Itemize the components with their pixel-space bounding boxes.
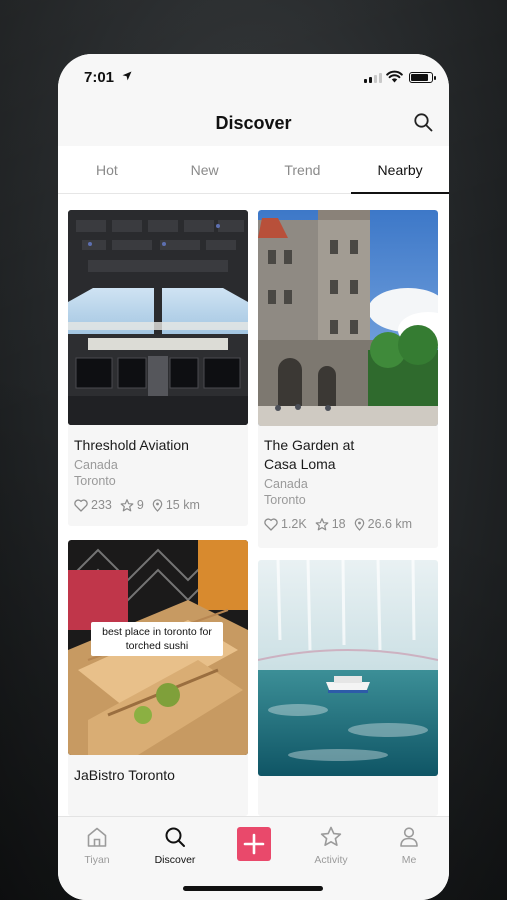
nav-me[interactable]: Me	[374, 825, 444, 866]
likes-count: 233	[91, 498, 112, 512]
place-card[interactable]: The Garden at Casa Loma Canada Toronto 1…	[258, 210, 438, 548]
likes[interactable]: 1.2K	[264, 517, 307, 531]
nav-label: Discover	[154, 854, 196, 866]
location-pin-icon	[152, 498, 163, 512]
nav-label: Activity	[314, 854, 348, 866]
stars[interactable]: 18	[315, 517, 346, 531]
photo-caption: best place in toronto for torched sushi	[91, 622, 223, 656]
place-stats: 233 9 15 km	[74, 498, 208, 512]
tab-trend[interactable]: Trend	[254, 146, 352, 193]
place-city: Toronto	[74, 474, 116, 488]
app-header: Discover	[58, 100, 449, 146]
tab-hot[interactable]: Hot	[58, 146, 156, 193]
battery-icon	[409, 72, 436, 83]
add-post-button[interactable]	[237, 827, 271, 861]
plus-icon	[243, 833, 265, 855]
star-icon	[120, 498, 134, 511]
discover-feed[interactable]: Threshold Aviation Canada Toronto 233 9 …	[58, 194, 449, 816]
place-card[interactable]	[258, 560, 438, 816]
stars-count: 9	[136, 498, 144, 512]
waterfall-boat-photo	[258, 560, 438, 776]
place-name-line2: Casa Loma	[264, 456, 336, 472]
search-icon	[165, 827, 185, 847]
place-country: Canada	[264, 477, 308, 491]
tab-bar: Hot New Trend Nearby	[58, 146, 449, 194]
place-country: Canada	[74, 458, 118, 472]
nav-discover[interactable]: Discover	[140, 825, 210, 866]
cockpit-photo	[68, 210, 248, 425]
location-pin-icon	[354, 517, 364, 531]
nav-activity[interactable]: Activity	[296, 825, 366, 866]
stars[interactable]: 9	[120, 498, 144, 512]
place-card[interactable]: Threshold Aviation Canada Toronto 233 9 …	[68, 210, 248, 526]
likes-count: 1.2K	[281, 517, 307, 531]
place-name: Threshold Aviation	[74, 437, 189, 453]
heart-icon	[74, 498, 88, 512]
stars-count: 18	[331, 517, 346, 531]
wifi-icon	[386, 70, 403, 83]
nav-tiyan[interactable]: Tiyan	[62, 825, 132, 866]
place-card[interactable]: best place in toronto for torched sushi …	[68, 540, 248, 816]
place-city: Toronto	[264, 493, 306, 507]
distance: 26.6 km	[354, 517, 412, 531]
place-name: JaBistro Toronto	[74, 767, 175, 783]
nav-label: Me	[401, 854, 417, 866]
status-time: 7:01	[84, 69, 115, 86]
tab-new[interactable]: New	[156, 146, 254, 193]
castle-photo	[258, 210, 438, 426]
star-icon	[320, 826, 342, 846]
person-icon	[400, 827, 418, 847]
page-title: Discover	[215, 113, 292, 133]
status-bar: 7:01	[58, 54, 449, 100]
tab-nearby[interactable]: Nearby	[351, 146, 449, 194]
home-icon	[87, 827, 107, 847]
cellular-signal-icon	[364, 73, 382, 83]
star-icon	[315, 517, 329, 530]
place-stats: 1.2K 18 26.6 km	[264, 517, 420, 531]
home-indicator[interactable]	[183, 886, 323, 891]
likes[interactable]: 233	[74, 498, 112, 512]
location-arrow-icon	[122, 71, 132, 81]
search-icon[interactable]	[413, 112, 433, 132]
place-name-line1: The Garden at	[264, 437, 355, 453]
distance: 15 km	[152, 498, 200, 512]
place-name: The Garden at Casa Loma	[264, 436, 432, 474]
phone-screen: 7:01 Discover Hot New Trend Nearby Thres…	[58, 54, 449, 900]
heart-icon	[264, 517, 278, 531]
nav-label: Tiyan	[84, 854, 110, 866]
distance-value: 15 km	[165, 498, 200, 512]
distance-value: 26.6 km	[367, 517, 413, 531]
sushi-photo: best place in toronto for torched sushi	[68, 540, 248, 755]
